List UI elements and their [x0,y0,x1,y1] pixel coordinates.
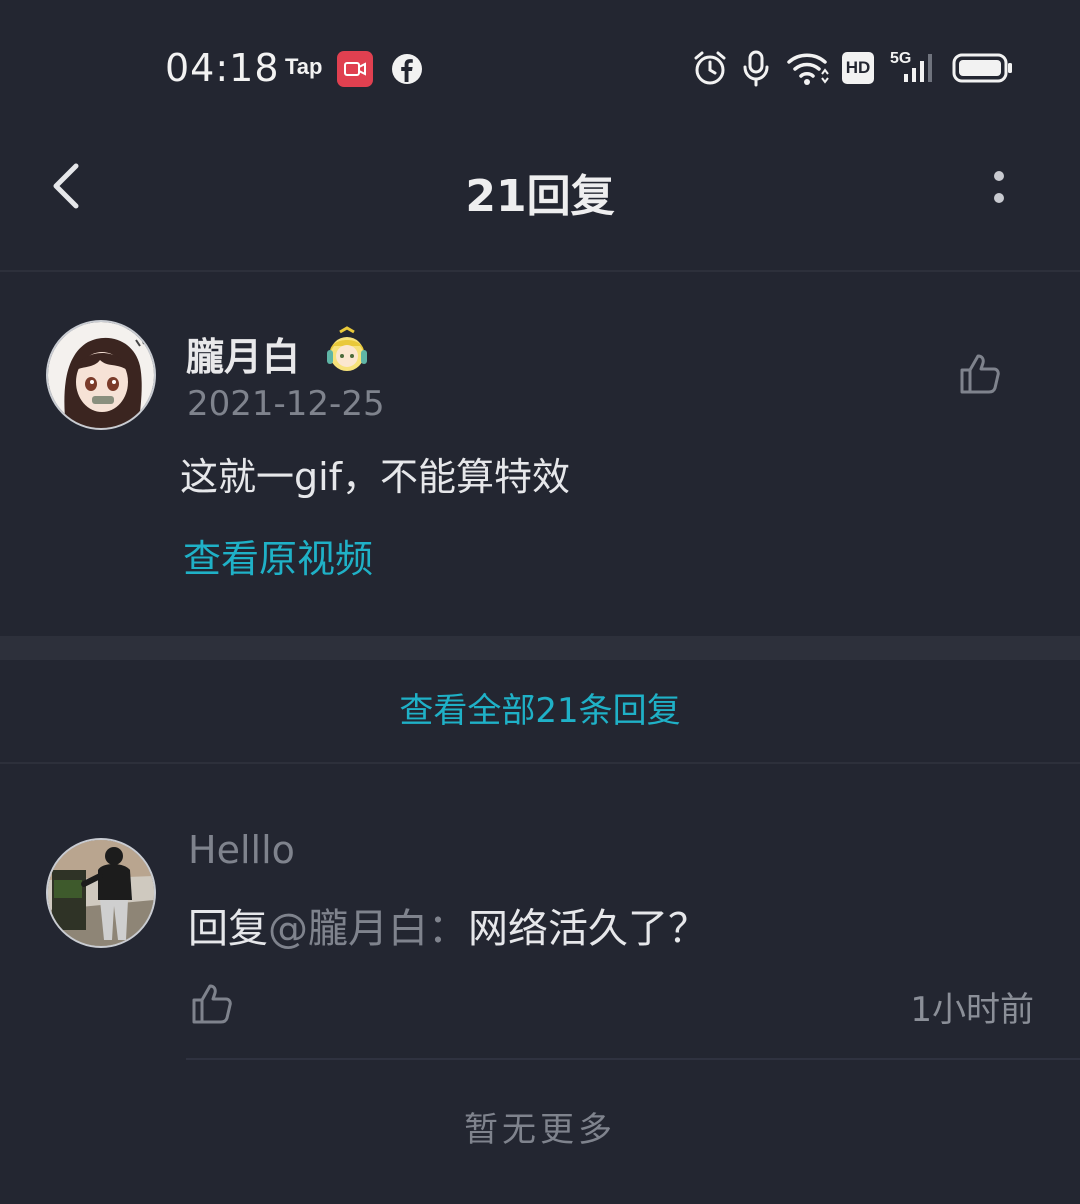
avatar[interactable] [46,320,156,430]
reply-item: Helllo 回复@朧月白：网络活久了？ 1小时前 [0,764,1080,1060]
thumbs-up-icon [960,354,1000,394]
main-comment: 朧月白 2021-12-25 这就一gif，不能算特效 查看原视频 [0,272,1080,634]
mic-icon [742,48,770,88]
reply-mention[interactable]: @朧月白： [268,906,468,952]
wifi-icon [786,48,830,88]
reply-divider [186,1058,1080,1060]
reply-author-name[interactable]: Helllo [188,828,295,872]
view-all-replies-link[interactable]: 查看全部21条回复 [0,660,1080,764]
comment-date: 2021-12-25 [187,384,385,424]
no-more-label: 暂无更多 [464,1110,616,1150]
reply-timestamp: 1小时前 [910,990,1034,1030]
reply-text: 回复@朧月白：网络活久了？ [188,896,708,954]
header: 21回复 [0,136,1080,272]
status-bar: 04:18 Tap HD 5G [0,0,1080,136]
facebook-icon [392,54,422,84]
video-record-icon [337,51,373,87]
comment-text: 这就一gif，不能算特效 [180,455,571,499]
comment-author-name[interactable]: 朧月白 [186,326,300,381]
more-options-button[interactable] [978,164,1020,212]
thumbs-up-icon [192,984,232,1024]
status-time: 04:18 [165,46,280,90]
user-badge-icon [322,326,372,376]
signal-5g-icon: 5G [888,48,938,88]
network-label: 5G [890,50,912,67]
view-original-video-link[interactable]: 查看原视频 [183,528,373,583]
battery-icon [952,48,1014,88]
alarm-icon [692,48,728,88]
tap-app-icon: Tap [285,54,323,79]
section-divider [0,636,1080,660]
reply-like-button[interactable] [188,980,236,1028]
reply-prefix: 回复 [188,906,268,952]
hd-icon: HD [842,52,874,84]
more-vertical-icon [994,171,1004,203]
page-title: 21回复 [465,171,615,222]
reply-avatar[interactable] [46,838,156,948]
reply-body: 网络活久了？ [468,906,708,952]
like-button[interactable] [956,350,1004,398]
